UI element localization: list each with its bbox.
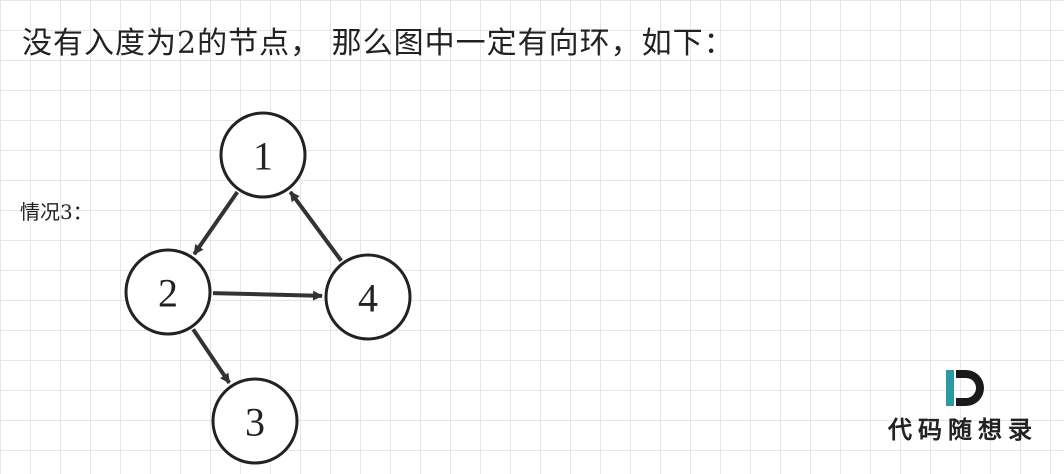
node-label: 4 xyxy=(358,276,378,321)
node-1: 1 xyxy=(219,111,307,199)
edges-layer xyxy=(191,190,343,384)
nodes-layer: 1 2 3 4 xyxy=(124,111,412,465)
watermark-logo: 代码随想录 xyxy=(888,366,1038,446)
node-label: 1 xyxy=(253,134,273,179)
node-2: 2 xyxy=(124,248,212,336)
logo-d-icon xyxy=(946,370,984,406)
edge-4-to-1 xyxy=(288,190,343,263)
watermark-text: 代码随想录 xyxy=(888,415,1038,444)
edge-1-to-2 xyxy=(192,190,240,256)
node-4: 4 xyxy=(324,253,412,341)
grid-canvas: 没有入度为2的节点， 那么图中一定有向环，如下： 情况3： 1234 代码随想录 xyxy=(0,0,1064,474)
node-label: 3 xyxy=(245,400,265,445)
edge-2-to-4 xyxy=(212,290,324,301)
node-label: 2 xyxy=(158,271,178,316)
node-3: 3 xyxy=(211,377,299,465)
edge-2-to-3 xyxy=(191,328,231,384)
